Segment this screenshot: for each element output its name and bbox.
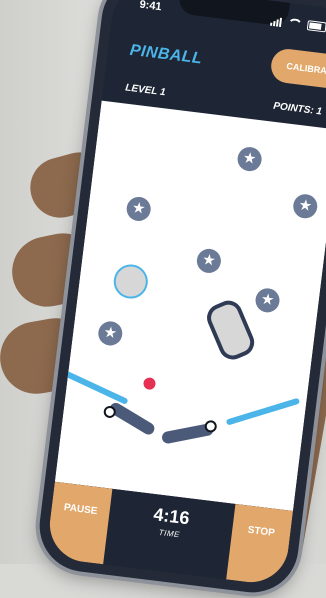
star-icon: ★ bbox=[254, 286, 281, 314]
game-title: PINBALL bbox=[128, 41, 204, 68]
left-rail bbox=[60, 368, 129, 405]
left-flipper[interactable] bbox=[107, 400, 157, 437]
star-icon: ★ bbox=[291, 192, 319, 220]
stop-button[interactable]: STOP bbox=[226, 503, 294, 587]
star-icon: ★ bbox=[236, 145, 263, 173]
level-indicator: LEVEL 1 bbox=[124, 82, 167, 99]
star-icon: ★ bbox=[96, 320, 124, 347]
star-icon: ★ bbox=[125, 195, 153, 223]
battery-icon bbox=[306, 20, 326, 33]
right-flipper-pivot bbox=[204, 419, 218, 434]
signal-icon bbox=[270, 17, 283, 27]
pill-bumper bbox=[202, 296, 259, 364]
left-flipper-pivot bbox=[103, 405, 117, 419]
calibrate-button[interactable]: CALIBRATE bbox=[269, 47, 326, 91]
status-time: 9:41 bbox=[138, 0, 163, 14]
pinball-playfield[interactable]: ★ ★ ★ ★ ★ ★ bbox=[54, 100, 326, 512]
ball-icon bbox=[142, 376, 157, 391]
round-target bbox=[111, 262, 150, 301]
right-rail bbox=[225, 397, 301, 426]
star-icon: ★ bbox=[195, 247, 223, 275]
points-indicator: POINTS: 1 bbox=[272, 100, 323, 118]
status-icons bbox=[270, 16, 326, 33]
wifi-icon bbox=[286, 17, 303, 30]
